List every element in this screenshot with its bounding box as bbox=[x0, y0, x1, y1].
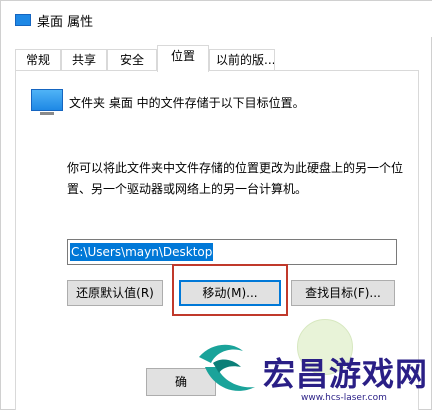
window-title: 桌面 属性 bbox=[37, 15, 94, 30]
tab-location[interactable]: 位置 bbox=[157, 45, 209, 72]
find-target-button[interactable]: 查找目标(F)... bbox=[291, 280, 395, 306]
title-bar[interactable]: 桌面 属性 bbox=[1, 1, 432, 37]
relocation-info-text: 你可以将此文件夹中文件存储的位置更改为此硬盘上的另一个位置、另一个驱动器或网络上… bbox=[67, 161, 404, 196]
move-button[interactable]: 移动(M)... bbox=[179, 280, 281, 306]
tab-security[interactable]: 安全 bbox=[107, 49, 157, 71]
desktop-folder-icon bbox=[31, 89, 63, 115]
desktop-folder-icon bbox=[15, 14, 31, 26]
tab-general[interactable]: 常规 bbox=[15, 49, 61, 71]
target-path-value: C:\Users\mayn\Desktop bbox=[70, 243, 214, 261]
watermark-url: www.hcs-laser.com bbox=[301, 393, 387, 403]
tab-strip: 常规 共享 安全 位置 以前的版... bbox=[15, 45, 419, 72]
watermark-brand-text: 宏昌游戏网 bbox=[263, 355, 429, 393]
tab-previous-versions[interactable]: 以前的版... bbox=[209, 49, 275, 71]
tab-sharing[interactable]: 共享 bbox=[61, 49, 107, 71]
folder-location-description: 文件夹 桌面 中的文件存储于以下目标位置。 bbox=[69, 96, 305, 110]
target-path-input[interactable]: C:\Users\mayn\Desktop bbox=[67, 239, 397, 265]
properties-window: 桌面 属性 常规 共享 安全 位置 以前的版... 文件夹 桌面 中的文件存储于… bbox=[0, 0, 432, 410]
watermark-logo-icon bbox=[199, 344, 255, 391]
restore-default-button[interactable]: 还原默认值(R) bbox=[67, 280, 163, 306]
